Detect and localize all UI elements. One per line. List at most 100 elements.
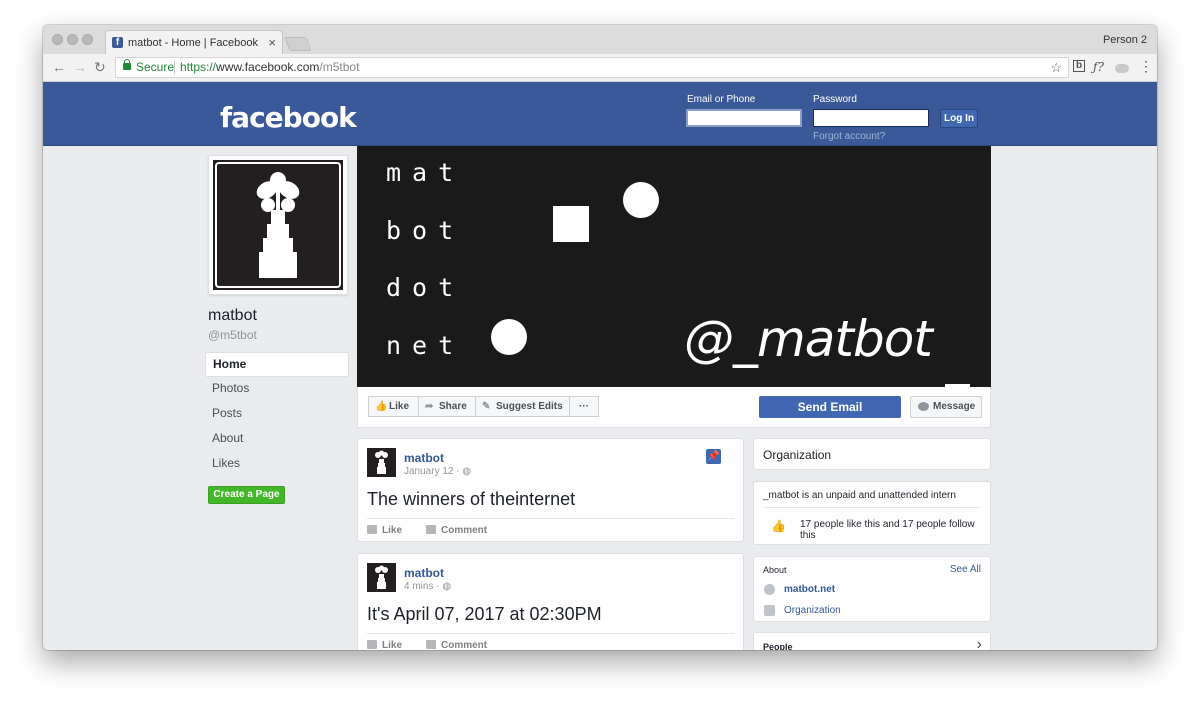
maximize-window-button[interactable] [82, 34, 93, 45]
plant-vase-icon [375, 450, 388, 474]
new-tab-button[interactable] [284, 37, 312, 51]
browser-window: f matbot - Home | Facebook × Person 2 ← … [43, 25, 1157, 650]
url-text: https://www.facebook.com/m5tbot [180, 60, 360, 74]
organization-link[interactable]: Organization [784, 605, 841, 616]
email-label: Email or Phone [687, 94, 756, 105]
messenger-icon [918, 402, 929, 411]
browser-tab[interactable]: f matbot - Home | Facebook × [105, 30, 283, 54]
thumbs-up-icon [367, 640, 377, 649]
share-button[interactable]: ➦ Share [418, 396, 476, 417]
post-card: matbot January 12 · ◍ 📌 The winners of t… [357, 438, 744, 542]
like-page-button[interactable]: 👍 Like [368, 396, 419, 417]
page-handle: @m5tbot [208, 328, 257, 342]
page-name[interactable]: matbot [208, 307, 257, 325]
likes-follows-count: 17 people like this and 17 people follow… [800, 519, 975, 541]
forward-icon[interactable]: → [73, 59, 87, 75]
globe-icon [764, 584, 775, 595]
facebook-favicon-icon: f [112, 37, 123, 48]
nav-item-likes[interactable]: Likes [205, 452, 349, 477]
post-like-button[interactable]: Like [367, 525, 402, 536]
post-avatar[interactable] [367, 563, 396, 592]
matbot-logo-image [213, 160, 343, 290]
tab-strip: f matbot - Home | Facebook × Person 2 [43, 25, 1157, 54]
chevron-right-icon[interactable]: › [977, 636, 982, 650]
more-options-button[interactable]: ··· [569, 396, 599, 417]
page-action-bar: 👍 Like ➦ Share ✎ Suggest Edits ··· Send Ema… [357, 387, 991, 428]
comment-icon [426, 640, 436, 649]
back-icon[interactable]: ← [52, 59, 66, 75]
facebook-logo[interactable]: facebook [220, 101, 357, 134]
thumbs-up-icon [367, 525, 377, 534]
page-description: _matbot is an unpaid and unattended inte… [763, 490, 956, 501]
address-separator [174, 61, 175, 74]
forgot-account-link[interactable]: Forgot account? [813, 131, 885, 142]
post-author[interactable]: matbot [404, 566, 444, 580]
globe-icon: ◍ [442, 581, 452, 592]
browser-toolbar: ← → ↻ Secure https://www.facebook.com/m5… [43, 54, 1157, 82]
close-tab-icon[interactable]: × [268, 35, 276, 50]
close-window-button[interactable] [52, 34, 63, 45]
pencil-icon: ✎ [482, 401, 491, 412]
message-button[interactable]: Message [910, 396, 982, 418]
email-input[interactable] [686, 109, 802, 127]
login-button[interactable]: Log In [940, 109, 978, 128]
see-all-link[interactable]: See All [950, 564, 981, 575]
nav-item-about[interactable]: About [205, 427, 349, 452]
post-date[interactable]: 4 mins · ◍ [404, 581, 451, 592]
suggest-edits-button[interactable]: ✎ Suggest Edits [475, 396, 570, 417]
browser-profile[interactable]: Person 2 [1103, 34, 1147, 46]
cover-photo[interactable]: mat bot dot net @_matbot [357, 146, 991, 387]
profile-picture[interactable] [208, 155, 348, 295]
minimize-window-button[interactable] [67, 34, 78, 45]
cover-circle-shape-2 [491, 319, 527, 355]
post-author[interactable]: matbot [404, 451, 444, 465]
post-comment-button[interactable]: Comment [426, 640, 487, 650]
nav-item-photos[interactable]: Photos [205, 377, 349, 402]
post-avatar[interactable] [367, 448, 396, 477]
post-comment-button[interactable]: Comment [426, 525, 487, 536]
bookmark-star-icon[interactable]: ☆ [1050, 58, 1062, 77]
post-divider [367, 518, 734, 519]
card-divider [763, 507, 981, 508]
secure-label: Secure [136, 60, 175, 74]
nav-item-home[interactable]: Home [205, 352, 349, 377]
send-email-button[interactable]: Send Email [759, 396, 901, 418]
post-date[interactable]: January 12 · ◍ [404, 466, 471, 477]
reload-icon[interactable]: ↻ [94, 59, 106, 76]
tab-title: matbot - Home | Facebook [128, 37, 259, 49]
left-nav: Home Photos Posts About Likes [205, 352, 349, 477]
comment-icon [426, 525, 436, 534]
tag-icon [764, 605, 775, 616]
facebook-header: facebook Email or Phone Password Log In … [43, 82, 1157, 146]
people-card: People › [753, 632, 991, 650]
thumbs-up-icon: 👍 [375, 401, 388, 412]
create-page-button[interactable]: Create a Page [208, 486, 285, 504]
description-card: _matbot is an unpaid and unattended inte… [753, 481, 991, 545]
post-like-button[interactable]: Like [367, 640, 402, 650]
pin-icon[interactable]: 📌 [706, 449, 721, 464]
about-card: About See All matbot.net Organization [753, 556, 991, 622]
post-divider [367, 633, 734, 634]
page-category[interactable]: Organization [763, 448, 831, 462]
share-arrow-icon: ➦ [425, 401, 434, 412]
password-input[interactable] [813, 109, 929, 127]
nav-item-posts[interactable]: Posts [205, 402, 349, 427]
address-bar[interactable]: Secure https://www.facebook.com/m5tbot ☆ [115, 57, 1069, 78]
website-link[interactable]: matbot.net [784, 584, 835, 595]
post-text: It's April 07, 2017 at 02:30PM [367, 604, 602, 624]
cloud-icon[interactable] [1115, 64, 1129, 73]
lock-icon [123, 59, 131, 70]
about-title: About [763, 565, 787, 575]
password-label: Password [813, 94, 857, 105]
thumbs-up-icon: 👍 [771, 519, 786, 533]
cover-handle: @_matbot [684, 310, 933, 368]
cover-circle-shape [623, 182, 659, 218]
extension-b-icon[interactable]: b [1073, 60, 1085, 72]
extension-f-icon[interactable]: ƒ? [1093, 60, 1104, 74]
plant-vase-icon [375, 565, 388, 589]
page-content: matbot @m5tbot Home Photos Posts About L… [43, 146, 1157, 650]
plant-vase-icon [215, 162, 341, 288]
menu-icon[interactable]: ⋮ [1139, 58, 1153, 75]
post-text: The winners of theinternet [367, 489, 576, 509]
post-card: matbot 4 mins · ◍ It's April 07, 2017 at… [357, 553, 744, 650]
